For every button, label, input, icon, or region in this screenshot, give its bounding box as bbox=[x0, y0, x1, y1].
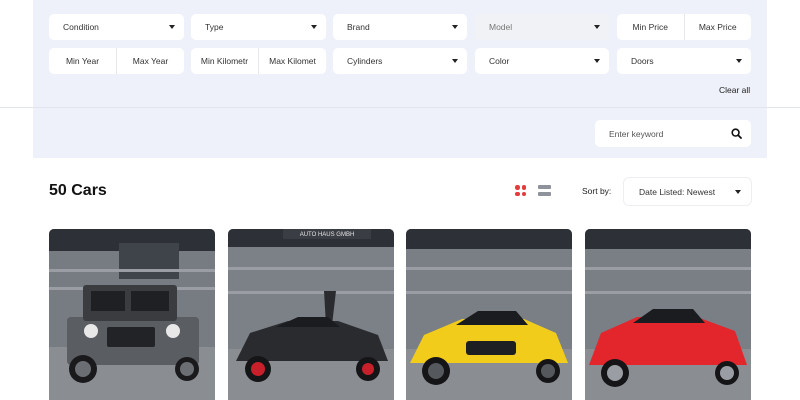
results-count: 50 Cars bbox=[49, 182, 107, 199]
type-select[interactable]: Type bbox=[191, 14, 326, 40]
chevron-down-icon bbox=[594, 59, 600, 63]
listing-card[interactable] bbox=[585, 229, 751, 400]
max-kilometer-input[interactable]: Max Kilomet bbox=[258, 48, 326, 74]
chevron-down-icon bbox=[169, 25, 175, 29]
keyword-search bbox=[595, 120, 751, 147]
car-photo bbox=[406, 229, 572, 400]
divider bbox=[0, 107, 800, 108]
cylinders-label: Cylinders bbox=[347, 56, 383, 66]
min-year-input[interactable]: Min Year bbox=[49, 48, 116, 74]
doors-label: Doors bbox=[631, 56, 654, 66]
max-price-input[interactable]: Max Price bbox=[683, 14, 752, 40]
chevron-down-icon bbox=[452, 59, 458, 63]
condition-select[interactable]: Condition bbox=[49, 14, 184, 40]
doors-select[interactable]: Doors bbox=[617, 48, 751, 74]
search-input[interactable] bbox=[609, 128, 731, 139]
listing-card[interactable] bbox=[49, 229, 215, 400]
listing-card[interactable] bbox=[406, 229, 572, 400]
max-year-input[interactable]: Max Year bbox=[116, 48, 184, 74]
listing-card[interactable]: AUTO HAUS GMBH bbox=[228, 229, 394, 400]
min-kilometer-input[interactable]: Min Kilometr bbox=[191, 48, 258, 74]
model-label: Model bbox=[489, 22, 513, 32]
min-price-input[interactable]: Min Price bbox=[617, 14, 684, 40]
brand-select[interactable]: Brand bbox=[333, 14, 467, 40]
chevron-down-icon bbox=[452, 25, 458, 29]
sort-value: Date Listed: Newest bbox=[639, 186, 716, 197]
brand-label: Brand bbox=[347, 22, 370, 32]
list-view-icon[interactable] bbox=[538, 185, 551, 196]
car-photo bbox=[585, 229, 751, 400]
type-label: Type bbox=[205, 22, 224, 32]
chevron-down-icon bbox=[735, 189, 741, 194]
chevron-down-icon bbox=[736, 59, 742, 63]
dealer-sign: AUTO HAUS GMBH bbox=[300, 232, 355, 238]
condition-label: Condition bbox=[63, 22, 99, 32]
car-photo bbox=[49, 229, 215, 400]
chevron-down-icon bbox=[311, 25, 317, 29]
sort-select[interactable]: Date Listed: Newest bbox=[624, 178, 751, 205]
year-range: Min Year Max Year bbox=[49, 48, 184, 74]
color-select[interactable]: Color bbox=[475, 48, 609, 74]
color-label: Color bbox=[489, 56, 510, 66]
chevron-down-icon bbox=[594, 25, 600, 29]
car-photo: AUTO HAUS GMBH bbox=[228, 229, 394, 400]
search-icon[interactable] bbox=[731, 128, 742, 139]
grid-view-icon[interactable] bbox=[515, 185, 526, 196]
kilometer-range: Min Kilometr Max Kilomet bbox=[191, 48, 326, 74]
sort-label: Sort by: bbox=[582, 186, 612, 196]
model-select[interactable]: Model bbox=[475, 14, 609, 40]
price-range: Min Price Max Price bbox=[617, 14, 751, 40]
clear-all-link[interactable]: Clear all bbox=[719, 85, 750, 95]
cylinders-select[interactable]: Cylinders bbox=[333, 48, 467, 74]
